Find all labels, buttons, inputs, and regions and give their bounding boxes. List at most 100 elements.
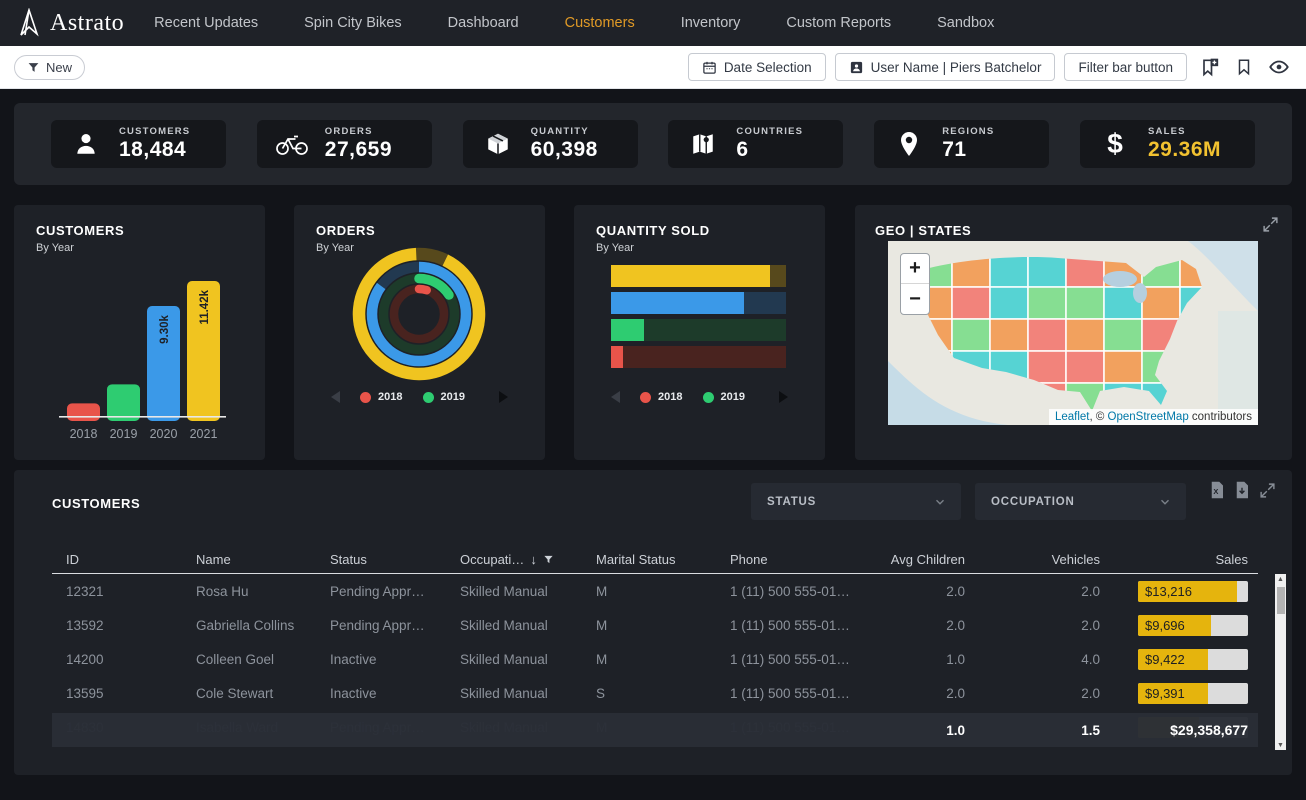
hbar-2019[interactable] xyxy=(611,319,786,341)
date-selection-button[interactable]: Date Selection xyxy=(688,53,826,81)
kpi-band: CUSTOMERS18,484ORDERS27,659QUANTITY60,39… xyxy=(14,103,1292,185)
kpi-label: ORDERS xyxy=(325,126,392,137)
box-icon xyxy=(481,131,515,157)
us-state-region[interactable] xyxy=(1066,351,1104,383)
kpi-label: QUANTITY xyxy=(531,126,598,137)
table-row-14200[interactable]: 14200Colleen GoelInactiveSkilled ManualM… xyxy=(52,642,1258,676)
nav-item-inventory[interactable]: Inventory xyxy=(681,15,741,31)
leaflet-link[interactable]: Leaflet xyxy=(1055,411,1090,423)
nav-item-dashboard[interactable]: Dashboard xyxy=(448,15,519,31)
nav-item-customers[interactable]: Customers xyxy=(565,15,635,31)
orders-by-year-donut-chart[interactable] xyxy=(339,234,499,394)
quantity-legend: 2018 2019 xyxy=(574,391,825,403)
column-header-name[interactable]: Name xyxy=(182,552,316,567)
bookmark-add-icon[interactable] xyxy=(1196,54,1222,80)
kpi-label: CUSTOMERS xyxy=(119,126,190,137)
legend-item-2019[interactable]: 2019 xyxy=(703,391,745,403)
expand-icon[interactable] xyxy=(1262,216,1279,233)
column-header-status[interactable]: Status xyxy=(316,552,446,567)
table-row-13592[interactable]: 13592Gabriella CollinsPending Appr…Skill… xyxy=(52,608,1258,642)
kpi-value: 27,659 xyxy=(325,138,392,162)
export-excel-icon[interactable]: X xyxy=(1209,481,1225,499)
hbar-2020[interactable] xyxy=(611,292,786,314)
occupation-filter-dropdown[interactable]: OCCUPATION xyxy=(975,483,1186,520)
legend-dot xyxy=(640,392,651,403)
us-state-region[interactable] xyxy=(1142,287,1180,319)
filter-bar-button[interactable]: Filter bar button xyxy=(1064,53,1187,81)
nav-item-sandbox[interactable]: Sandbox xyxy=(937,15,994,31)
us-state-region[interactable] xyxy=(1028,255,1066,287)
cell-vehicles: 2.0 xyxy=(975,584,1110,599)
date-selection-label: Date Selection xyxy=(724,60,812,75)
nav-item-spin-city-bikes[interactable]: Spin City Bikes xyxy=(304,15,402,31)
column-header-sales[interactable]: Sales xyxy=(1110,552,1258,567)
legend-next-arrow[interactable] xyxy=(779,391,788,403)
expand-icon[interactable] xyxy=(1259,482,1276,499)
legend-next-arrow[interactable] xyxy=(499,391,508,403)
quantity-by-year-hbar-chart[interactable] xyxy=(611,265,786,373)
export-file-icon[interactable] xyxy=(1234,481,1250,499)
choropleth-map[interactable] xyxy=(888,241,1258,425)
cell-avg-children: 2.0 xyxy=(850,584,975,599)
cell-phone: 1 (11) 500 555-01… xyxy=(716,652,850,667)
user-name-label: User Name | Piers Batchelor xyxy=(871,60,1042,75)
nav-item-recent-updates[interactable]: Recent Updates xyxy=(154,15,258,31)
column-header-marital-status[interactable]: Marital Status xyxy=(582,552,716,567)
legend-prev-arrow[interactable] xyxy=(611,391,620,403)
bookmark-icon[interactable] xyxy=(1231,54,1257,80)
astrato-logo[interactable]: Astrato xyxy=(16,8,124,38)
zoom-out-button[interactable]: − xyxy=(901,284,929,314)
us-state-region[interactable] xyxy=(990,319,1028,351)
legend-item-2018[interactable]: 2018 xyxy=(360,391,402,403)
column-header-vehicles[interactable]: Vehicles xyxy=(975,552,1110,567)
status-filter-dropdown[interactable]: STATUS xyxy=(751,483,961,520)
hbar-2018[interactable] xyxy=(611,346,786,368)
eye-icon[interactable] xyxy=(1266,54,1292,80)
column-header-occupati[interactable]: Occupati…↓ xyxy=(446,552,582,567)
column-header-avg-children[interactable]: Avg Children xyxy=(850,552,975,567)
us-state-region[interactable] xyxy=(952,287,990,319)
us-state-region[interactable] xyxy=(952,319,990,351)
scroll-up-arrow[interactable]: ▲ xyxy=(1275,574,1286,584)
kpi-value: 6 xyxy=(736,138,803,162)
scrollbar-thumb[interactable] xyxy=(1277,587,1285,614)
column-header-id[interactable]: ID xyxy=(52,552,182,567)
cell-status: Pending Appr… xyxy=(316,618,446,633)
us-state-region[interactable] xyxy=(990,255,1028,287)
nav-item-custom-reports[interactable]: Custom Reports xyxy=(786,15,891,31)
new-filter-button[interactable]: New xyxy=(14,55,85,80)
kpi-label: REGIONS xyxy=(942,126,994,137)
card-title: GEO | STATES xyxy=(875,223,1292,238)
table-row-12321[interactable]: 12321Rosa HuPending Appr…Skilled ManualM… xyxy=(52,574,1258,608)
column-header-phone[interactable]: Phone xyxy=(716,552,850,567)
table-scrollbar[interactable]: ▲ ▼ xyxy=(1275,574,1286,750)
dollar-icon: $ xyxy=(1098,128,1132,160)
sort-desc-icon[interactable]: ↓ xyxy=(530,552,537,567)
hbar-2021[interactable] xyxy=(611,265,786,287)
column-label: Phone xyxy=(730,552,768,567)
column-filter-icon[interactable] xyxy=(543,554,554,565)
user-name-button[interactable]: User Name | Piers Batchelor xyxy=(835,53,1056,81)
zoom-in-button[interactable]: + xyxy=(901,254,929,284)
us-state-region[interactable] xyxy=(1104,351,1142,383)
us-state-region[interactable] xyxy=(1028,351,1066,383)
legend-dot xyxy=(703,392,714,403)
us-state-region[interactable] xyxy=(1028,319,1066,351)
us-state-region[interactable] xyxy=(1066,287,1104,319)
scroll-down-arrow[interactable]: ▼ xyxy=(1275,740,1286,750)
bar-2018[interactable] xyxy=(67,403,100,421)
bar-2019[interactable] xyxy=(107,384,140,421)
kpi-tile-countries: COUNTRIES6 xyxy=(668,120,843,168)
legend-item-2018[interactable]: 2018 xyxy=(640,391,682,403)
kpi-tile-quantity: QUANTITY60,398 xyxy=(463,120,638,168)
table-row-13595[interactable]: 13595Cole StewartInactiveSkilled ManualS… xyxy=(52,676,1258,710)
legend-item-2019[interactable]: 2019 xyxy=(423,391,465,403)
us-state-region[interactable] xyxy=(1028,287,1066,319)
legend-prev-arrow[interactable] xyxy=(331,391,340,403)
us-states-map[interactable]: + − Leaflet, © OpenStreetMap contributor… xyxy=(888,241,1258,425)
osm-link[interactable]: OpenStreetMap xyxy=(1108,411,1189,423)
us-state-region[interactable] xyxy=(1104,319,1142,351)
us-state-region[interactable] xyxy=(1066,319,1104,351)
customers-by-year-bar-chart[interactable]: 9.30k11.42k2018201920202021 xyxy=(14,261,265,456)
us-state-region[interactable] xyxy=(990,287,1028,319)
